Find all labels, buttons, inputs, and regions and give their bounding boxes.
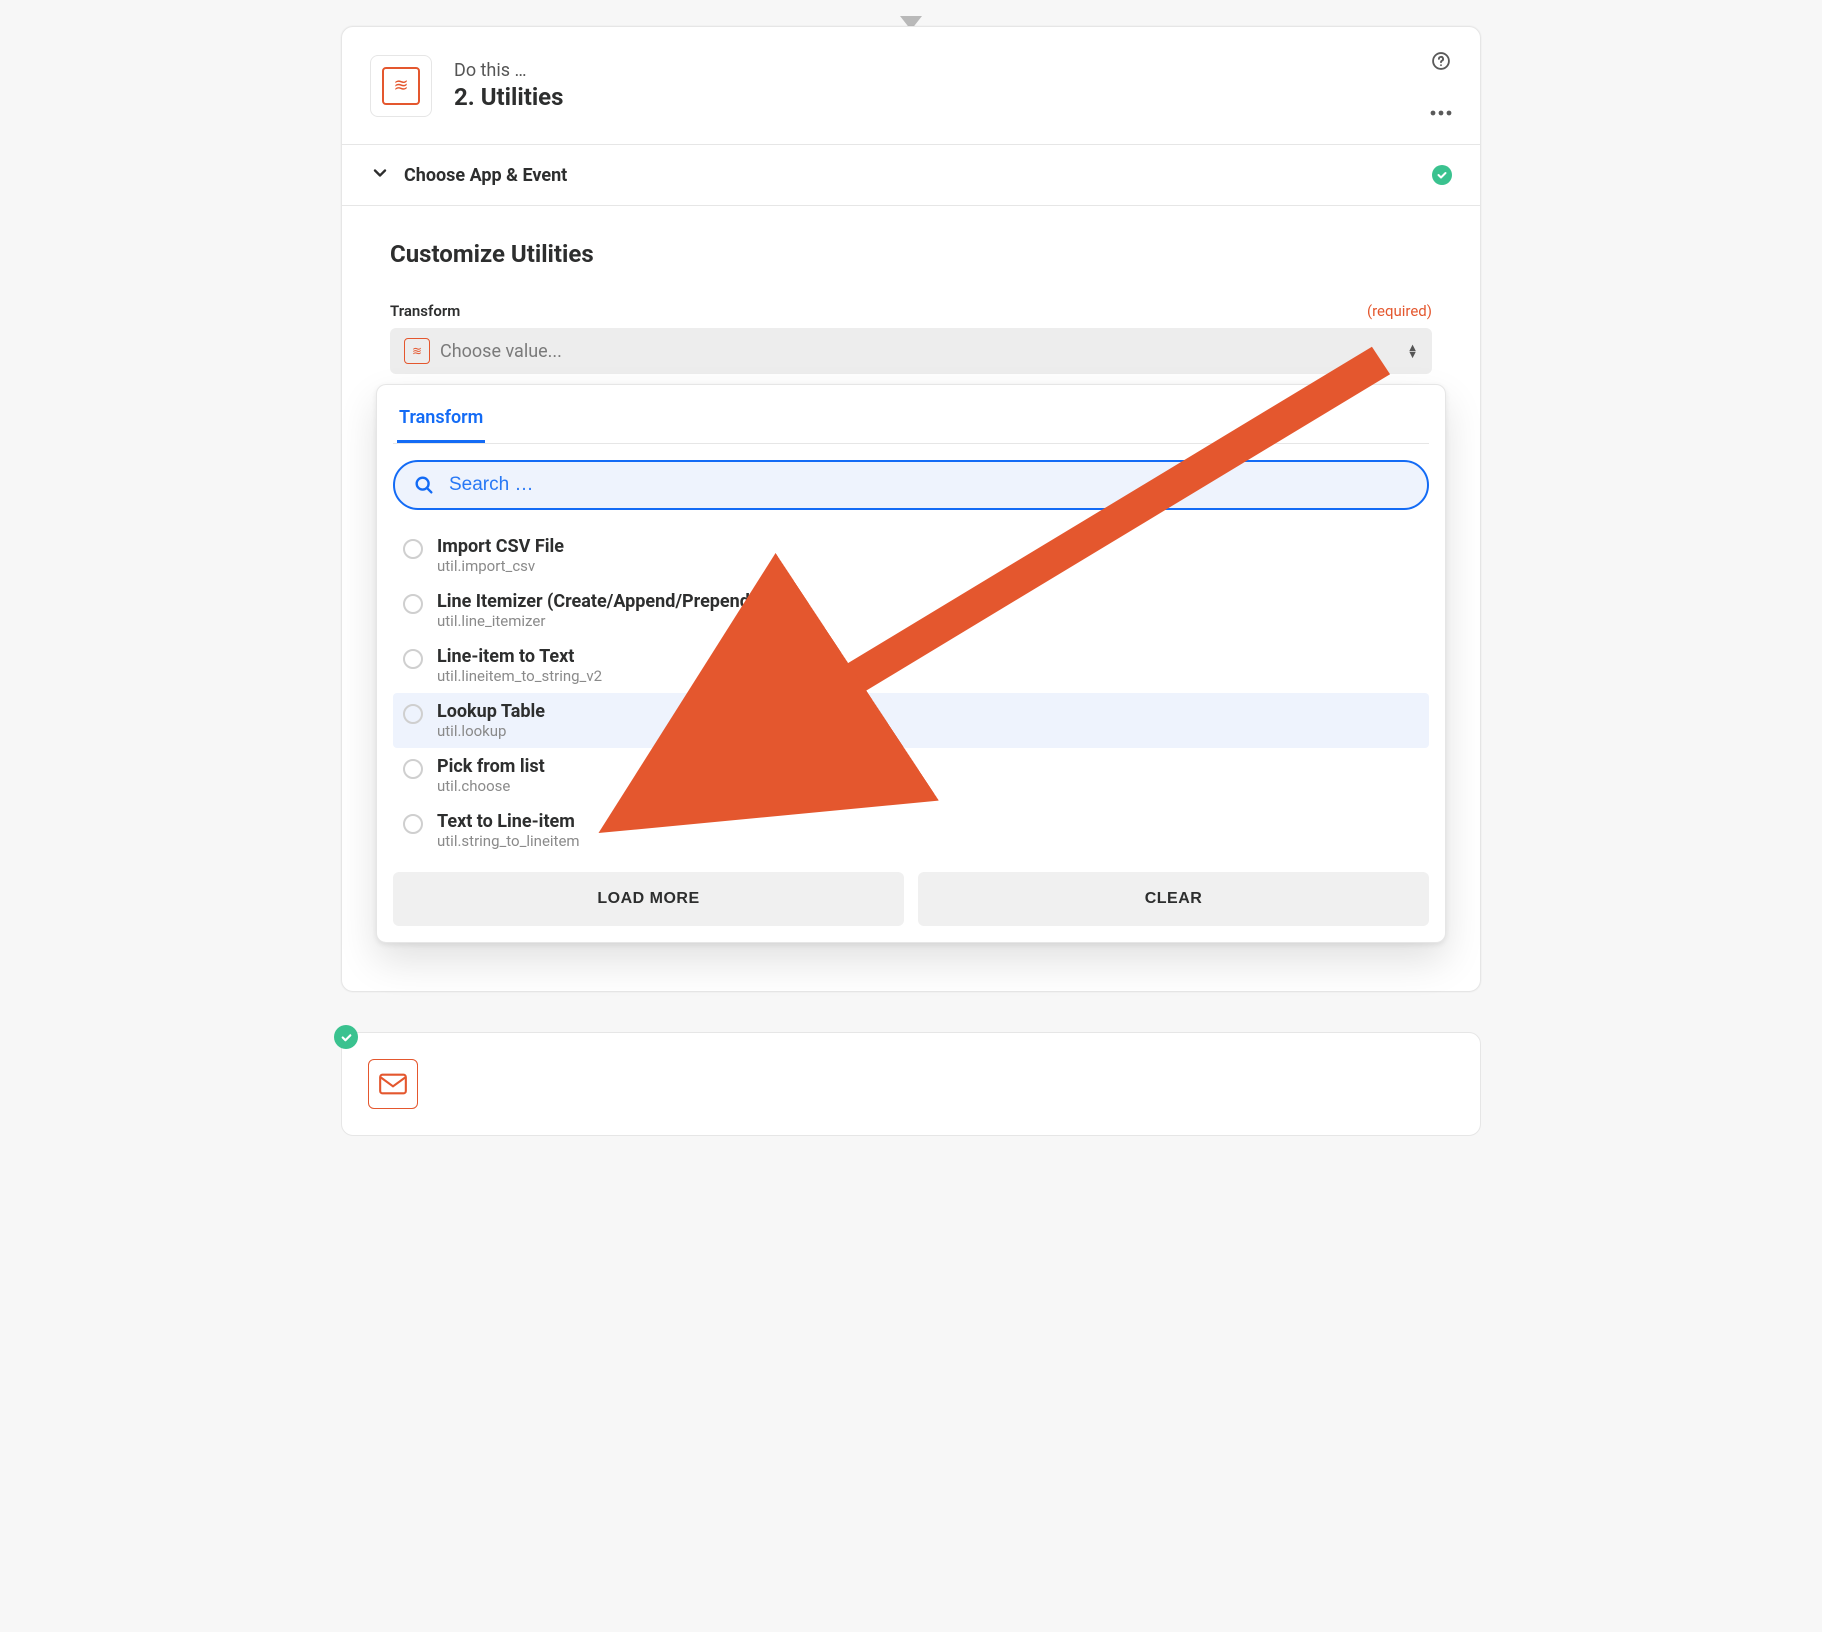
card-header: ≋ Do this … 2. Utilities bbox=[342, 27, 1480, 144]
option-sub: util.import_csv bbox=[437, 557, 564, 575]
status-check-icon bbox=[1432, 165, 1452, 185]
step-subtitle: Do this … bbox=[454, 60, 1408, 81]
option-sub: util.choose bbox=[437, 777, 545, 795]
field-label-row: Transform (required) bbox=[390, 302, 1432, 320]
option-sub: util.lookup bbox=[437, 722, 545, 740]
tab-transform[interactable]: Transform bbox=[397, 403, 485, 443]
radio-icon bbox=[403, 594, 423, 614]
app-icon: ≋ bbox=[382, 67, 420, 105]
app-icon-container: ≋ bbox=[370, 55, 432, 117]
option-title: Line Itemizer (Create/Append/Prepend) bbox=[437, 591, 756, 612]
step-title: 2. Utilities bbox=[454, 83, 1408, 111]
choose-app-event-row[interactable]: Choose App & Event bbox=[342, 144, 1480, 205]
option-title: Import CSV File bbox=[437, 536, 564, 557]
load-more-button[interactable]: LOAD MORE bbox=[393, 872, 904, 926]
status-check-icon bbox=[334, 1025, 358, 1049]
option-title: Line-item to Text bbox=[437, 646, 602, 667]
sort-carets-icon: ▲▼ bbox=[1407, 344, 1418, 358]
dropdown-tabs: Transform bbox=[393, 403, 1429, 444]
option-title: Lookup Table bbox=[437, 701, 545, 722]
option-text-to-lineitem[interactable]: Text to Line-item util.string_to_lineite… bbox=[393, 803, 1429, 858]
mail-icon bbox=[368, 1059, 418, 1109]
option-title: Pick from list bbox=[437, 756, 545, 777]
radio-icon bbox=[403, 649, 423, 669]
radio-icon bbox=[403, 704, 423, 724]
step-card: ≋ Do this … 2. Utilities Choose App & Ev… bbox=[341, 26, 1481, 992]
transform-dropdown: Transform Import CSV File util.import_cs… bbox=[376, 384, 1446, 943]
option-line-itemizer[interactable]: Line Itemizer (Create/Append/Prepend) ut… bbox=[393, 583, 1429, 638]
option-import-csv[interactable]: Import CSV File util.import_csv bbox=[393, 528, 1429, 583]
next-step-card[interactable] bbox=[341, 1032, 1481, 1136]
header-text: Do this … 2. Utilities bbox=[454, 60, 1408, 111]
option-lineitem-to-text[interactable]: Line-item to Text util.lineitem_to_strin… bbox=[393, 638, 1429, 693]
more-icon[interactable] bbox=[1430, 101, 1452, 120]
option-sub: util.string_to_lineitem bbox=[437, 832, 580, 850]
transform-select[interactable]: ≋ Choose value... ▲▼ bbox=[390, 328, 1432, 374]
radio-icon bbox=[403, 759, 423, 779]
dropdown-search[interactable] bbox=[393, 460, 1429, 510]
select-placeholder: Choose value... bbox=[440, 341, 1397, 362]
section-label: Choose App & Event bbox=[404, 165, 1418, 186]
search-icon bbox=[413, 474, 435, 496]
wave-icon: ≋ bbox=[404, 338, 430, 364]
clear-button[interactable]: CLEAR bbox=[918, 872, 1429, 926]
body-title: Customize Utilities bbox=[390, 240, 1432, 268]
chevron-down-icon bbox=[370, 163, 390, 187]
section-body: Customize Utilities Transform (required)… bbox=[342, 205, 1480, 991]
search-input[interactable] bbox=[449, 474, 1409, 496]
field-label: Transform bbox=[390, 302, 460, 320]
option-lookup-table[interactable]: Lookup Table util.lookup bbox=[393, 693, 1429, 748]
radio-icon bbox=[403, 539, 423, 559]
option-list: Import CSV File util.import_csv Line Ite… bbox=[393, 528, 1429, 858]
required-label: (required) bbox=[1367, 302, 1432, 320]
wave-icon: ≋ bbox=[393, 77, 408, 95]
option-sub: util.lineitem_to_string_v2 bbox=[437, 667, 602, 685]
radio-icon bbox=[403, 814, 423, 834]
option-sub: util.line_itemizer bbox=[437, 612, 756, 630]
option-pick-from-list[interactable]: Pick from list util.choose bbox=[393, 748, 1429, 803]
option-title: Text to Line-item bbox=[437, 811, 580, 832]
help-icon[interactable] bbox=[1431, 51, 1451, 75]
